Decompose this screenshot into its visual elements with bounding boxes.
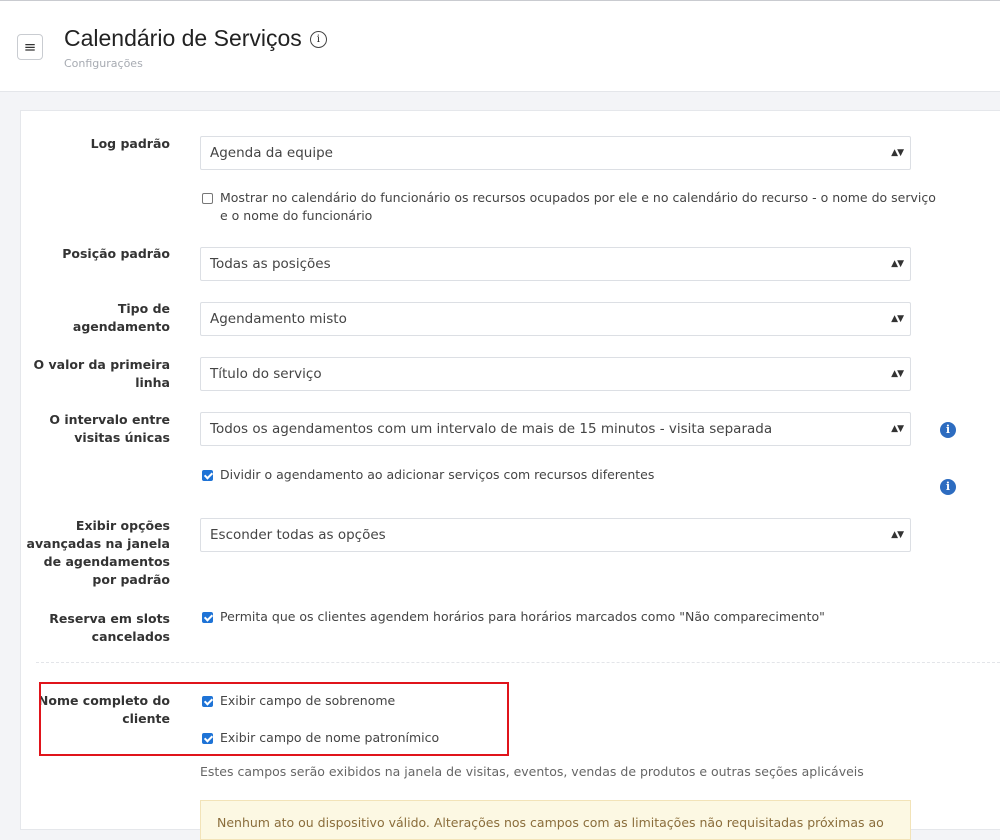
page-header: ≡ Calendário de Serviços i Configurações (0, 1, 1000, 92)
slots-cancelados-checkbox[interactable] (202, 612, 213, 623)
primeira-linha-value: Título do serviço (210, 366, 322, 382)
intervalo-label: O intervalo entre visitas únicas (49, 411, 170, 447)
primeira-linha-label-line1: O valor da primeira (33, 357, 170, 372)
primeira-linha-label-line2: linha (135, 375, 170, 390)
highlight-box (39, 682, 509, 756)
slots-cancelados-text: Permita que os clientes agendem horários… (220, 609, 825, 624)
mostrar-calendario-checkbox[interactable] (202, 193, 213, 204)
slots-cancelados-label: Reserva em slots cancelados (49, 610, 170, 646)
menu-toggle-button[interactable]: ≡ (17, 34, 43, 60)
opcoes-avancadas-label-line1: Exibir opções (75, 518, 170, 533)
log-padrao-select[interactable]: Agenda da equipe ▲▼ (200, 136, 911, 170)
select-arrows-icon: ▲▼ (891, 259, 904, 269)
opcoes-avancadas-label: Exibir opções avançadas na janela de age… (27, 517, 170, 589)
posicao-padrao-label: Posição padrão (62, 246, 170, 261)
tipo-agendamento-label-line2: agendamento (72, 319, 170, 334)
dividir-text: Dividir o agendamento ao adicionar servi… (220, 467, 655, 482)
mostrar-calendario-text: Mostrar no calendário do funcionário os … (220, 189, 936, 225)
opcoes-avancadas-label-line2: avançadas na janela (26, 536, 170, 551)
intervalo-info-icon[interactable]: i (940, 422, 956, 438)
opcoes-avancadas-label-line3: de agendamentos (43, 554, 170, 569)
nome-completo-help: Estes campos serão exibidos na janela de… (200, 764, 864, 779)
posicao-padrao-value: Todas as posições (210, 256, 331, 272)
warning-alert: Nenhum ato ou dispositivo válido. Altera… (200, 800, 911, 840)
hamburger-icon: ≡ (23, 37, 37, 56)
page-title: Calendário de Serviços i (64, 25, 327, 52)
mostrar-calendario-line2: e o nome do funcionário (220, 208, 373, 223)
opcoes-avancadas-label-line4: por padrão (92, 572, 170, 587)
dividir-info-icon[interactable]: i (940, 479, 956, 495)
info-outline-icon[interactable]: i (309, 31, 327, 48)
tipo-agendamento-value: Agendamento misto (210, 311, 347, 327)
primeira-linha-label: O valor da primeira linha (34, 356, 170, 392)
tipo-agendamento-select[interactable]: Agendamento misto ▲▼ (200, 302, 911, 336)
opcoes-avancadas-value: Esconder todas as opções (210, 527, 386, 543)
select-arrows-icon: ▲▼ (891, 530, 904, 540)
breadcrumb: Configurações (64, 57, 143, 70)
select-arrows-icon: ▲▼ (891, 148, 904, 158)
intervalo-label-line2: visitas únicas (74, 430, 170, 445)
log-padrao-value: Agenda da equipe (210, 145, 333, 161)
intervalo-select[interactable]: Todos os agendamentos com um intervalo d… (200, 412, 911, 446)
select-arrows-icon: ▲▼ (891, 314, 904, 324)
section-divider (36, 662, 1000, 663)
tipo-agendamento-label: Tipo de agendamento (73, 300, 170, 336)
mostrar-calendario-line1: Mostrar no calendário do funcionário os … (220, 190, 936, 205)
intervalo-value: Todos os agendamentos com um intervalo d… (210, 421, 773, 437)
select-arrows-icon: ▲▼ (891, 424, 904, 434)
intervalo-label-line1: O intervalo entre (49, 412, 170, 427)
page-title-text: Calendário de Serviços (64, 25, 302, 51)
dividir-checkbox[interactable] (202, 470, 213, 481)
posicao-padrao-select[interactable]: Todas as posições ▲▼ (200, 247, 911, 281)
slots-cancelados-label-line1: Reserva em slots (49, 611, 170, 626)
log-padrao-label: Log padrão (90, 136, 170, 151)
opcoes-avancadas-select[interactable]: Esconder todas as opções ▲▼ (200, 518, 911, 552)
slots-cancelados-label-line2: cancelados (91, 629, 170, 644)
tipo-agendamento-label-line1: Tipo de (117, 301, 170, 316)
select-arrows-icon: ▲▼ (891, 369, 904, 379)
primeira-linha-select[interactable]: Título do serviço ▲▼ (200, 357, 911, 391)
